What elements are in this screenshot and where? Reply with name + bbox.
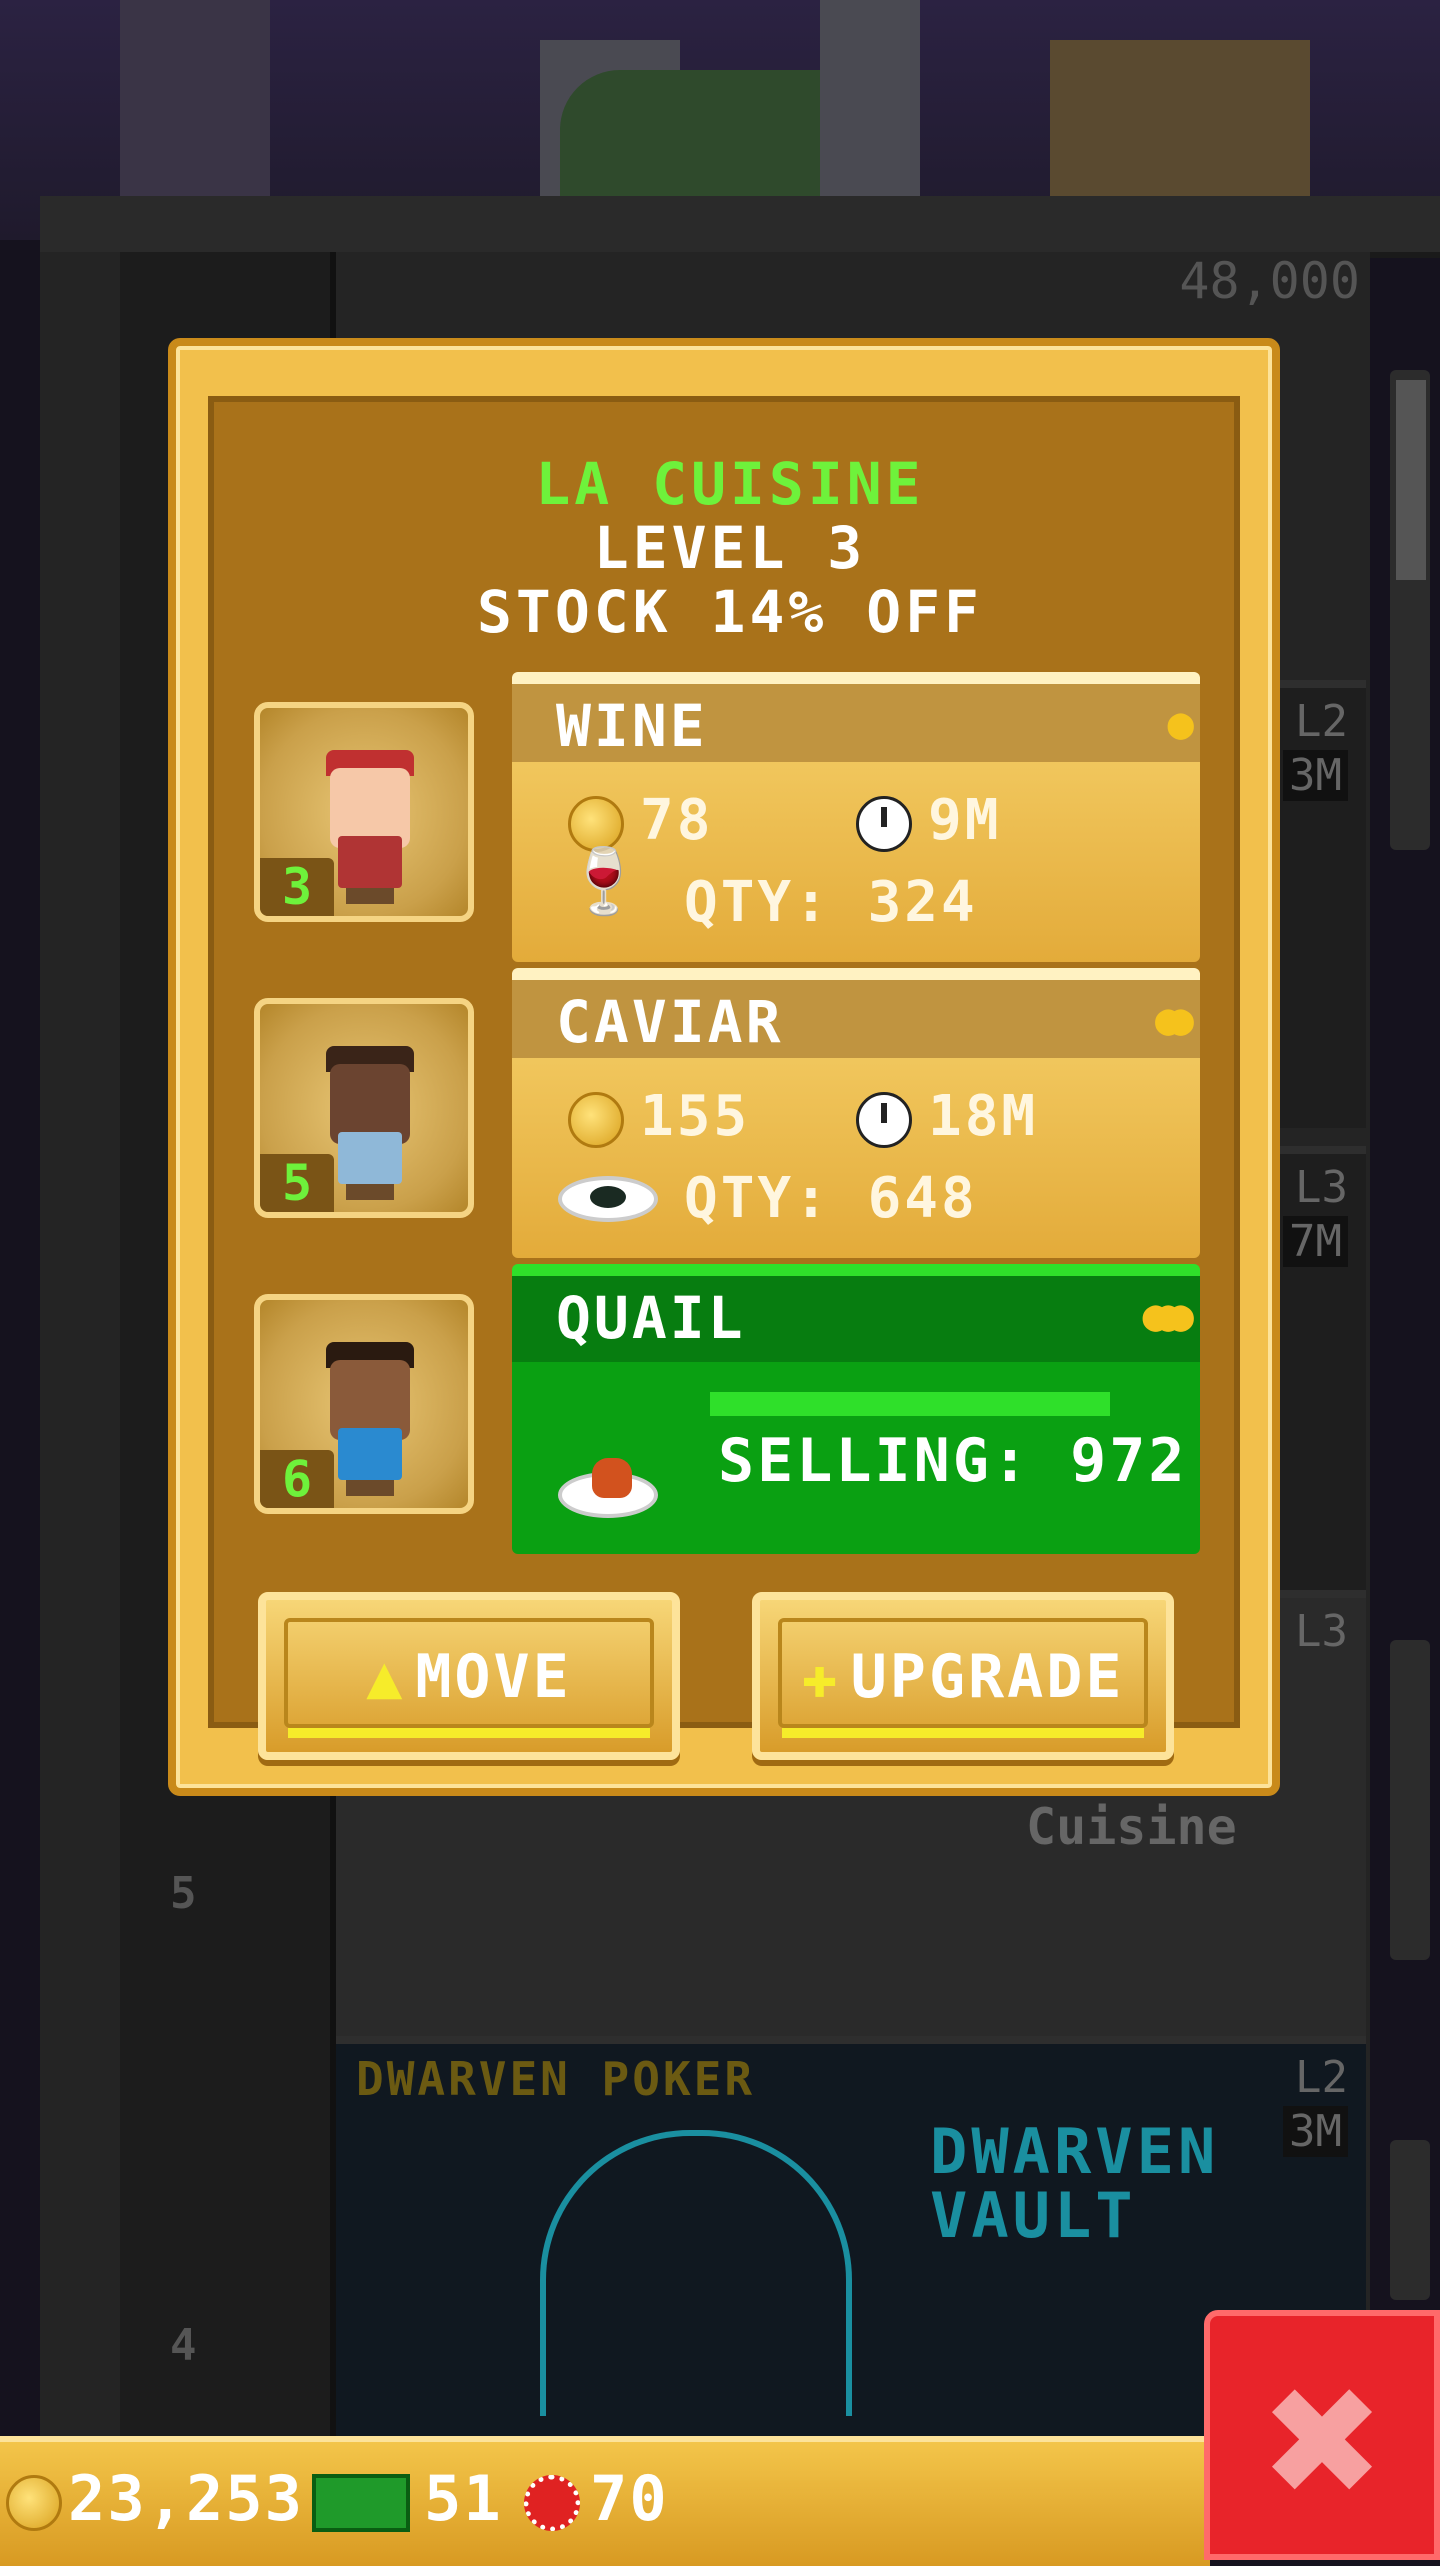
item-name: WINE (556, 692, 708, 760)
item-time: 9M (856, 788, 1001, 853)
coin-balance: 23,253 (6, 2462, 304, 2535)
bux-icon (312, 2473, 410, 2532)
stock-item-quail-selling[interactable]: QUAIL ●●● SELLING: 972 (512, 1264, 1200, 1554)
worker-skill-badge: 6 (260, 1450, 334, 1508)
vault-doorway (540, 2130, 852, 2416)
scrollbar[interactable] (1390, 2140, 1430, 2300)
floor-level: L2 (1295, 2052, 1348, 2103)
rooftop-building (820, 0, 920, 200)
coin-icon (6, 2474, 62, 2531)
room-level: LEVEL 3 (593, 514, 867, 582)
quail-plate-icon (558, 1458, 658, 1518)
scrollbar[interactable] (1390, 1640, 1430, 1960)
stock-item-caviar[interactable]: CAVIAR ●● 155 18M QTY: 648 (512, 968, 1200, 1258)
coin-tier-icon: ●●● (1142, 1290, 1195, 1341)
coin-tier-icon: ● (1167, 698, 1194, 749)
resource-bar: 23,253 51 70 (0, 2436, 1210, 2566)
room-dialog: LA CUISINE LEVEL 3 STOCK 14% OFF 3 5 6 W… (168, 338, 1280, 1796)
coin-icon (568, 1091, 624, 1148)
floor-timer: 3M (1283, 750, 1348, 801)
floor-timer: 3M (1283, 2106, 1348, 2157)
stock-item-wine[interactable]: WINE ● 78 9M 🍷 QTY: 324 (512, 672, 1200, 962)
item-cost: 155 (568, 1084, 750, 1149)
cuisine-sign: Cuisine (1026, 1798, 1237, 1856)
worker-slot[interactable]: 6 (254, 1294, 474, 1514)
rooftop-building (1050, 40, 1310, 200)
item-time: 18M (856, 1084, 1038, 1149)
rooftop-building (120, 0, 270, 200)
item-name: QUAIL (556, 1284, 746, 1352)
worker-skill-badge: 3 (260, 858, 334, 916)
stock-discount: STOCK 14% OFF (477, 578, 983, 646)
room-title: LA CUISINE (535, 450, 925, 518)
floor-level: L3 (1295, 1162, 1348, 1213)
worker-shirt (338, 836, 402, 888)
floor-level: L2 (1295, 696, 1348, 747)
arrow-up-icon: ▲ (366, 1642, 406, 1712)
close-icon: ✖ (1259, 2356, 1385, 2530)
clock-icon (856, 795, 912, 852)
item-quantity: QTY: 648 (684, 1166, 978, 1231)
item-name: CAVIAR (556, 988, 784, 1056)
casino-chip-icon (524, 2474, 580, 2531)
worker-skill-badge: 5 (260, 1154, 334, 1212)
tower-value: 48,000 (1179, 252, 1360, 310)
coin-tier-icon: ●● (1155, 994, 1194, 1045)
floor-timer: 7M (1283, 1216, 1348, 1267)
worker-shirt (338, 1132, 402, 1184)
bux-balance[interactable]: 51 (312, 2462, 503, 2535)
worker-legs (346, 888, 394, 904)
worker-slot[interactable]: 5 (254, 998, 474, 1218)
floor-number: 4 (170, 2320, 197, 2371)
selling-quantity: SELLING: 972 (718, 1426, 1188, 1496)
item-quantity: QTY: 324 (684, 870, 978, 935)
wine-glass-icon: 🍷 (564, 845, 644, 919)
move-button[interactable]: ▲ MOVE (258, 1592, 680, 1760)
worker-shirt (338, 1428, 402, 1480)
roof (40, 196, 1440, 258)
floor-number: 5 (170, 1868, 197, 1919)
floor-name: DWARVEN POKER (356, 2052, 756, 2106)
worker-slot[interactable]: 3 (254, 702, 474, 922)
worker-legs (346, 1184, 394, 1200)
caviar-plate-icon (558, 1176, 658, 1222)
worker-legs (346, 1480, 394, 1496)
floor-level: L3 (1295, 1606, 1348, 1657)
room-dialog-panel: LA CUISINE LEVEL 3 STOCK 14% OFF 3 5 6 W… (208, 396, 1240, 1728)
chip-balance[interactable]: 70 (524, 2462, 669, 2535)
clock-icon (856, 1091, 912, 1148)
selling-progress-bar (710, 1392, 1110, 1416)
scrollbar-thumb[interactable] (1396, 380, 1426, 580)
upgrade-button[interactable]: ✚ UPGRADE (752, 1592, 1174, 1760)
plus-icon: ✚ (801, 1642, 841, 1712)
close-button[interactable]: ✖ (1204, 2310, 1440, 2560)
neon-sign: DWARVEN VAULT (930, 2115, 1220, 2252)
